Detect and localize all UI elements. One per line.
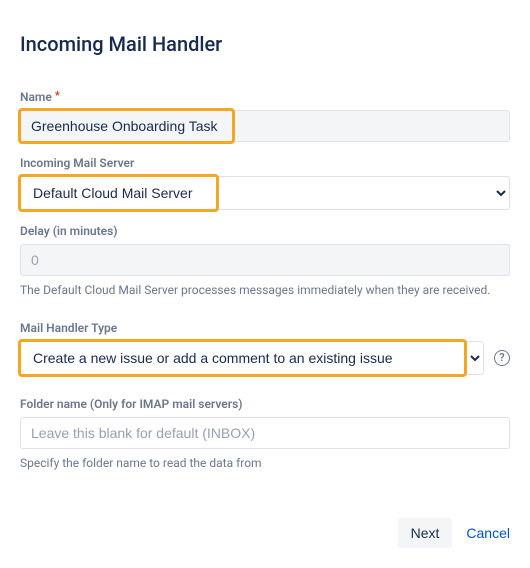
name-label: Name	[20, 90, 52, 104]
cancel-button[interactable]: Cancel	[466, 525, 510, 541]
folder-label: Folder name (Only for IMAP mail servers)	[20, 397, 242, 411]
name-input[interactable]	[20, 110, 510, 142]
delay-label: Delay (in minutes)	[20, 224, 117, 238]
delay-input	[20, 244, 510, 276]
folder-helper: Specify the folder name to read the data…	[20, 455, 510, 472]
folder-input[interactable]	[20, 417, 510, 449]
field-delay: Delay (in minutes) The Default Cloud Mai…	[20, 224, 510, 299]
handler-type-select[interactable]: Create a new issue or add a comment to a…	[20, 341, 484, 375]
next-button[interactable]: Next	[398, 518, 453, 548]
handler-type-label: Mail Handler Type	[20, 321, 117, 335]
page-title: Incoming Mail Handler	[20, 32, 510, 56]
field-folder: Folder name (Only for IMAP mail servers)…	[20, 397, 510, 472]
footer: Next Cancel	[20, 518, 510, 548]
server-label: Incoming Mail Server	[20, 156, 134, 170]
field-handler-type: Mail Handler Type Create a new issue or …	[20, 321, 510, 375]
field-server: Incoming Mail Server Default Cloud Mail …	[20, 156, 510, 210]
field-name: Name *	[20, 90, 510, 142]
delay-helper: The Default Cloud Mail Server processes …	[20, 282, 510, 299]
help-icon[interactable]: ?	[494, 350, 510, 366]
server-select[interactable]: Default Cloud Mail Server	[20, 176, 510, 210]
required-asterisk: *	[55, 90, 60, 101]
